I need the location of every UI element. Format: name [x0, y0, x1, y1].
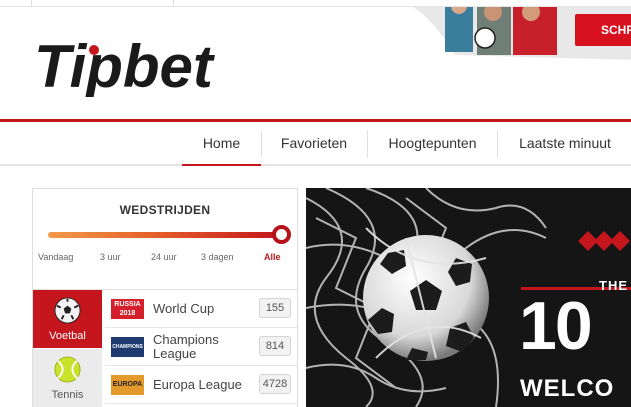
promo-banner[interactable]: THE 10 WELCO	[306, 188, 631, 407]
logo-text: Tipbet	[34, 33, 216, 97]
top-strip	[0, 0, 631, 7]
champions-league-badge: CHAMPIONS	[111, 337, 144, 357]
time-slider-track[interactable]	[48, 232, 280, 238]
nav-hoogtepunten[interactable]: Hoogtepunten	[368, 122, 497, 166]
league-count: 4728	[259, 374, 291, 394]
league-count: 814	[259, 336, 291, 356]
sport-tab-voetbal[interactable]: Voetbal	[33, 290, 102, 348]
banner-amount-text: 10	[519, 288, 593, 364]
football-icon	[54, 297, 81, 324]
panel-title: WEDSTRIJDEN	[119, 203, 211, 217]
sport-label: Tennis	[51, 389, 84, 401]
tipbet-logo[interactable]: Tipbet	[32, 31, 224, 97]
nav-favorieten[interactable]: Favorieten	[262, 122, 366, 166]
banner-welcome-text: WELCO	[520, 375, 615, 402]
league-row-europa-league[interactable]: EUROPA Europa League 4728	[105, 366, 297, 404]
time-filter-3-dagen[interactable]: 3 dagen	[201, 252, 234, 262]
main-nav: Home Favorieten Hoogtepunten Laatste min…	[0, 122, 631, 166]
top-strip-segment	[0, 0, 32, 7]
league-row-champions-league[interactable]: CHAMPIONS Champions League 814	[105, 328, 297, 366]
sport-label: Voetbal	[49, 330, 86, 342]
site-header: Tipbet SCHR	[0, 7, 631, 119]
league-name: World Cup	[153, 301, 215, 316]
league-name: Champions League	[153, 332, 219, 361]
europa-league-badge: EUROPA	[111, 375, 144, 395]
banner-the-text: THE	[599, 278, 628, 293]
logo-dot	[89, 45, 99, 55]
nav-laatste-minuut[interactable]: Laatste minuut	[498, 122, 631, 166]
sport-tabs: Voetbal Tennis	[33, 290, 102, 407]
league-count: 155	[259, 298, 291, 318]
time-filter-3-uur[interactable]: 3 uur	[100, 252, 121, 262]
sport-tab-tennis[interactable]: Tennis	[33, 349, 102, 407]
time-filter-vandaag[interactable]: Vandaag	[38, 252, 73, 262]
tennis-ball-icon	[54, 356, 81, 383]
time-filter-alle[interactable]: Alle	[264, 252, 281, 262]
register-button[interactable]: SCHR	[575, 14, 631, 46]
top-strip-segment	[32, 0, 174, 7]
world-cup-badge: RUSSIA 2018	[111, 299, 144, 319]
time-filter-24-uur[interactable]: 24 uur	[151, 252, 177, 262]
league-name: Europa League	[153, 377, 242, 392]
nav-home[interactable]: Home	[182, 122, 261, 166]
matches-panel: WEDSTRIJDEN Vandaag 3 uur 24 uur 3 dagen…	[32, 188, 298, 407]
time-slider-handle[interactable]	[272, 225, 291, 244]
banner-diamond-accents	[578, 231, 630, 251]
league-row-world-cup[interactable]: RUSSIA 2018 World Cup 155	[105, 290, 297, 328]
